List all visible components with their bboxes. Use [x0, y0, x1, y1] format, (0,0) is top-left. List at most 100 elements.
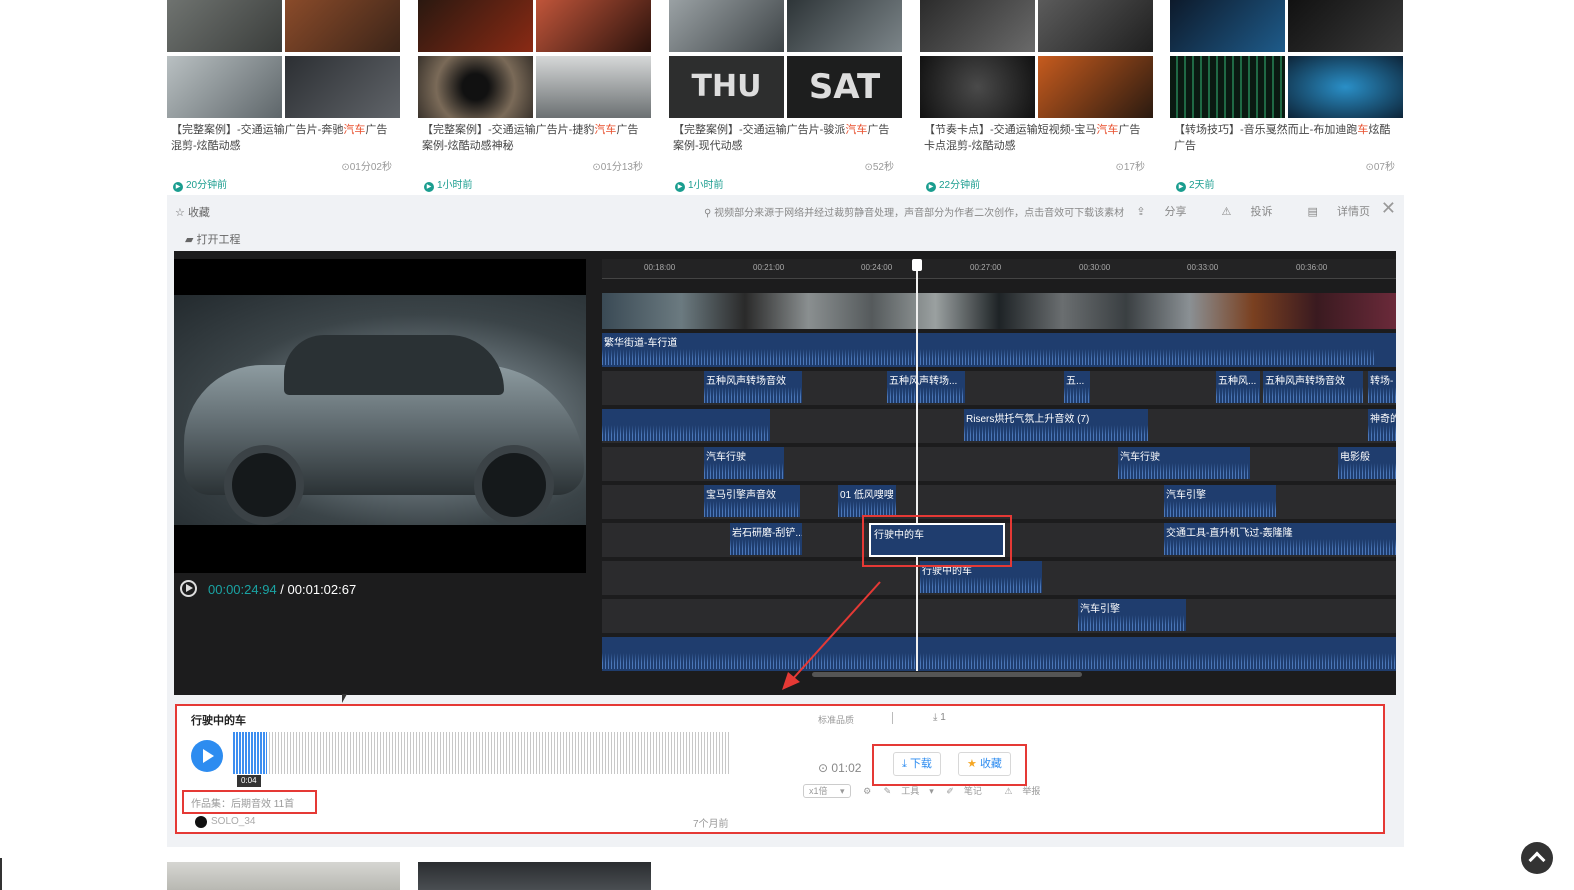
window-edge: [0, 858, 2, 890]
download-count: ⤓ 1: [933, 712, 946, 723]
video-card[interactable]: 【转场技巧】-音乐戛然而止-布加迪跑车炫酷广告 ⊙07秒 2天前: [1170, 0, 1403, 195]
report-button[interactable]: ⚠ 举报: [1004, 786, 1050, 796]
card-duration: ⊙17秒: [1115, 162, 1145, 173]
close-icon[interactable]: ✕: [1381, 198, 1396, 219]
timeline[interactable]: 00:18:00 00:21:00 00:24:00 00:27:00 00:3…: [602, 251, 1396, 695]
audio-clip[interactable]: 交通工具-直升机飞过-轰隆隆: [1164, 523, 1396, 555]
ruler-tick: 00:27:00: [970, 263, 1002, 272]
star-icon: ☆: [175, 207, 185, 219]
player-controls: 00:00:24:94 / 00:01:02:67: [174, 573, 586, 605]
favorite-button[interactable]: ★ 收藏: [958, 752, 1011, 776]
card-title[interactable]: 【完整案例】-交通运输广告片-捷豹汽车广告案例-炫酷动感神秘: [422, 122, 648, 154]
card-thumbnail[interactable]: [1170, 0, 1403, 118]
folder-icon: ▰: [185, 234, 194, 246]
card-duration: ⊙01分13秒: [592, 162, 643, 173]
card-duration: ⊙01分02秒: [341, 162, 392, 173]
complaint-button[interactable]: ⚠ 投诉: [1206, 206, 1273, 218]
warning-icon: ⚠: [1221, 206, 1232, 218]
audio-clip[interactable]: 五种风声转场...: [887, 371, 965, 403]
ruler-tick: 00:24:00: [861, 263, 893, 272]
video-track[interactable]: [602, 293, 1396, 329]
audio-clip[interactable]: 01 低风嗖嗖: [838, 485, 896, 517]
audio-clip[interactable]: 岩石研磨-刮铲...: [730, 523, 802, 555]
audio-track[interactable]: 汽车引擎: [602, 599, 1396, 633]
card-duration: ⊙07秒: [1365, 162, 1395, 173]
audio-clip[interactable]: 繁华街道-车行道: [602, 333, 1374, 365]
detail-page-button[interactable]: ▤ 详情页: [1292, 206, 1370, 218]
play-icon[interactable]: [191, 740, 223, 772]
audio-clip[interactable]: 汽车行驶: [704, 447, 784, 479]
audio-clip[interactable]: 五种风声转场音效: [1263, 371, 1363, 403]
audio-clip[interactable]: 转场-: [1368, 371, 1396, 403]
video-preview[interactable]: 00:00:24:94 / 00:01:02:67: [174, 259, 586, 605]
gear-icon[interactable]: ⚙: [863, 786, 871, 796]
audio-track[interactable]: [602, 637, 1396, 671]
card-title[interactable]: 【转场技巧】-音乐戛然而止-布加迪跑车炫酷广告: [1174, 122, 1400, 154]
audio-clip[interactable]: Risers烘托气氛上升音效 (7): [964, 409, 1148, 441]
album-link[interactable]: 作品集：后期音效 11首: [191, 795, 294, 810]
card-thumbnail[interactable]: [418, 862, 651, 890]
audio-track[interactable]: 五种风声转场音效 五种风声转场... 五... 五种风... 五种风声转场音效 …: [602, 371, 1396, 405]
audio-clip[interactable]: 汽车行驶: [1118, 447, 1250, 479]
wrench-icon: ✎: [883, 786, 892, 796]
audio-clip[interactable]: 电影般: [1338, 447, 1396, 479]
card-thumbnail[interactable]: [920, 0, 1153, 118]
tool-menu[interactable]: ✎ 工具 ▾: [884, 786, 934, 796]
card-thumbnail[interactable]: THU SAT: [669, 0, 902, 118]
audio-clip[interactable]: 汽车引擎: [1164, 485, 1276, 517]
play-icon[interactable]: [180, 580, 197, 597]
open-project-button[interactable]: ▰ 打开工程: [185, 231, 241, 247]
note-button[interactable]: ✐ 笔记: [946, 786, 992, 796]
video-card[interactable]: 【完整案例】-交通运输广告片-捷豹汽车广告案例-炫酷动感神秘 ⊙01分13秒 1…: [418, 0, 651, 195]
audio-clip[interactable]: 五种风...: [1216, 371, 1260, 403]
divider: [892, 712, 893, 724]
waveform-position: 0:04: [237, 775, 261, 787]
card-title[interactable]: 【完整案例】-交通运输广告片-骏派汽车广告案例-现代动感: [673, 122, 899, 154]
card-time-ago: 20分钟前: [173, 176, 227, 192]
audio-clip[interactable]: [602, 637, 1396, 669]
speed-select[interactable]: x1倍 ▾: [803, 784, 851, 798]
card-thumbnail[interactable]: [418, 0, 651, 118]
audio-clip[interactable]: 神奇的: [1368, 409, 1396, 441]
download-button[interactable]: ⤓ 下载: [893, 752, 941, 776]
upload-time: 7个月前: [693, 819, 729, 830]
author-name[interactable]: SOLO_34: [211, 816, 255, 827]
audio-clip[interactable]: 五...: [1064, 371, 1090, 403]
quality-label: 标准品质: [818, 715, 855, 725]
page: 【完整案例】-交通运输广告片-奔驰汽车广告混剪-炫酷动感 ⊙01分02秒 20分…: [0, 0, 1574, 890]
author-avatar[interactable]: [195, 816, 207, 828]
video-card[interactable]: 【完整案例】-交通运输广告片-奔驰汽车广告混剪-炫酷动感 ⊙01分02秒 20分…: [167, 0, 400, 195]
audio-track[interactable]: 繁华街道-车行道: [602, 333, 1396, 367]
card-time-ago: 1小时前: [424, 176, 473, 192]
video-card[interactable]: 【节奏卡点】-交通运输短视频-宝马汽车广告卡点混剪-炫酷动感 ⊙17秒 22分钟…: [920, 0, 1153, 195]
video-card[interactable]: THU SAT 【完整案例】-交通运输广告片-骏派汽车广告案例-现代动感 ⊙52…: [669, 0, 902, 195]
card-title[interactable]: 【节奏卡点】-交通运输短视频-宝马汽车广告卡点混剪-炫酷动感: [924, 122, 1150, 154]
card-title[interactable]: 【完整案例】-交通运输广告片-奔驰汽车广告混剪-炫酷动感: [171, 122, 397, 154]
star-icon: ★: [967, 758, 977, 770]
back-to-top-button[interactable]: [1521, 842, 1553, 874]
share-button[interactable]: ⇪ 分享: [1120, 206, 1186, 218]
audio-clip[interactable]: 宝马引擎声音效: [704, 485, 800, 517]
sound-waveform[interactable]: [233, 732, 729, 774]
card-time-ago: 22分钟前: [926, 176, 980, 192]
audio-clip[interactable]: [602, 409, 770, 441]
audio-track[interactable]: Risers烘托气氛上升音效 (7) 神奇的: [602, 409, 1396, 443]
audio-track[interactable]: 宝马引擎声音效 01 低风嗖嗖 汽车引擎: [602, 485, 1396, 519]
card-time-ago: 2天前: [1176, 176, 1215, 192]
audio-track[interactable]: 汽车行驶 汽车行驶 电影般: [602, 447, 1396, 481]
source-notice: ⚲ 视频部分来源于网络并经过裁剪静音处理，声音部分为作者二次创作，点击音效可下载…: [704, 208, 1125, 219]
favorite-button[interactable]: ☆ 收藏: [175, 204, 210, 220]
ruler-tick: 00:30:00: [1079, 263, 1111, 272]
sound-title[interactable]: 行驶中的车: [191, 712, 246, 728]
preview-frame: [174, 295, 586, 525]
audio-clip[interactable]: 汽车引擎: [1078, 599, 1186, 631]
audio-clip[interactable]: 五种风声转场音效: [704, 371, 802, 403]
card-thumbnail[interactable]: [167, 0, 400, 118]
playhead[interactable]: [912, 259, 922, 671]
edit-icon: ✐: [946, 786, 954, 796]
mouse-cursor: [342, 694, 347, 703]
annotation-arrow: [782, 581, 881, 690]
warning-icon: ⚠: [1004, 786, 1013, 796]
card-thumbnail[interactable]: [167, 862, 400, 890]
time-ruler[interactable]: 00:18:00 00:21:00 00:24:00 00:27:00 00:3…: [602, 259, 1396, 279]
